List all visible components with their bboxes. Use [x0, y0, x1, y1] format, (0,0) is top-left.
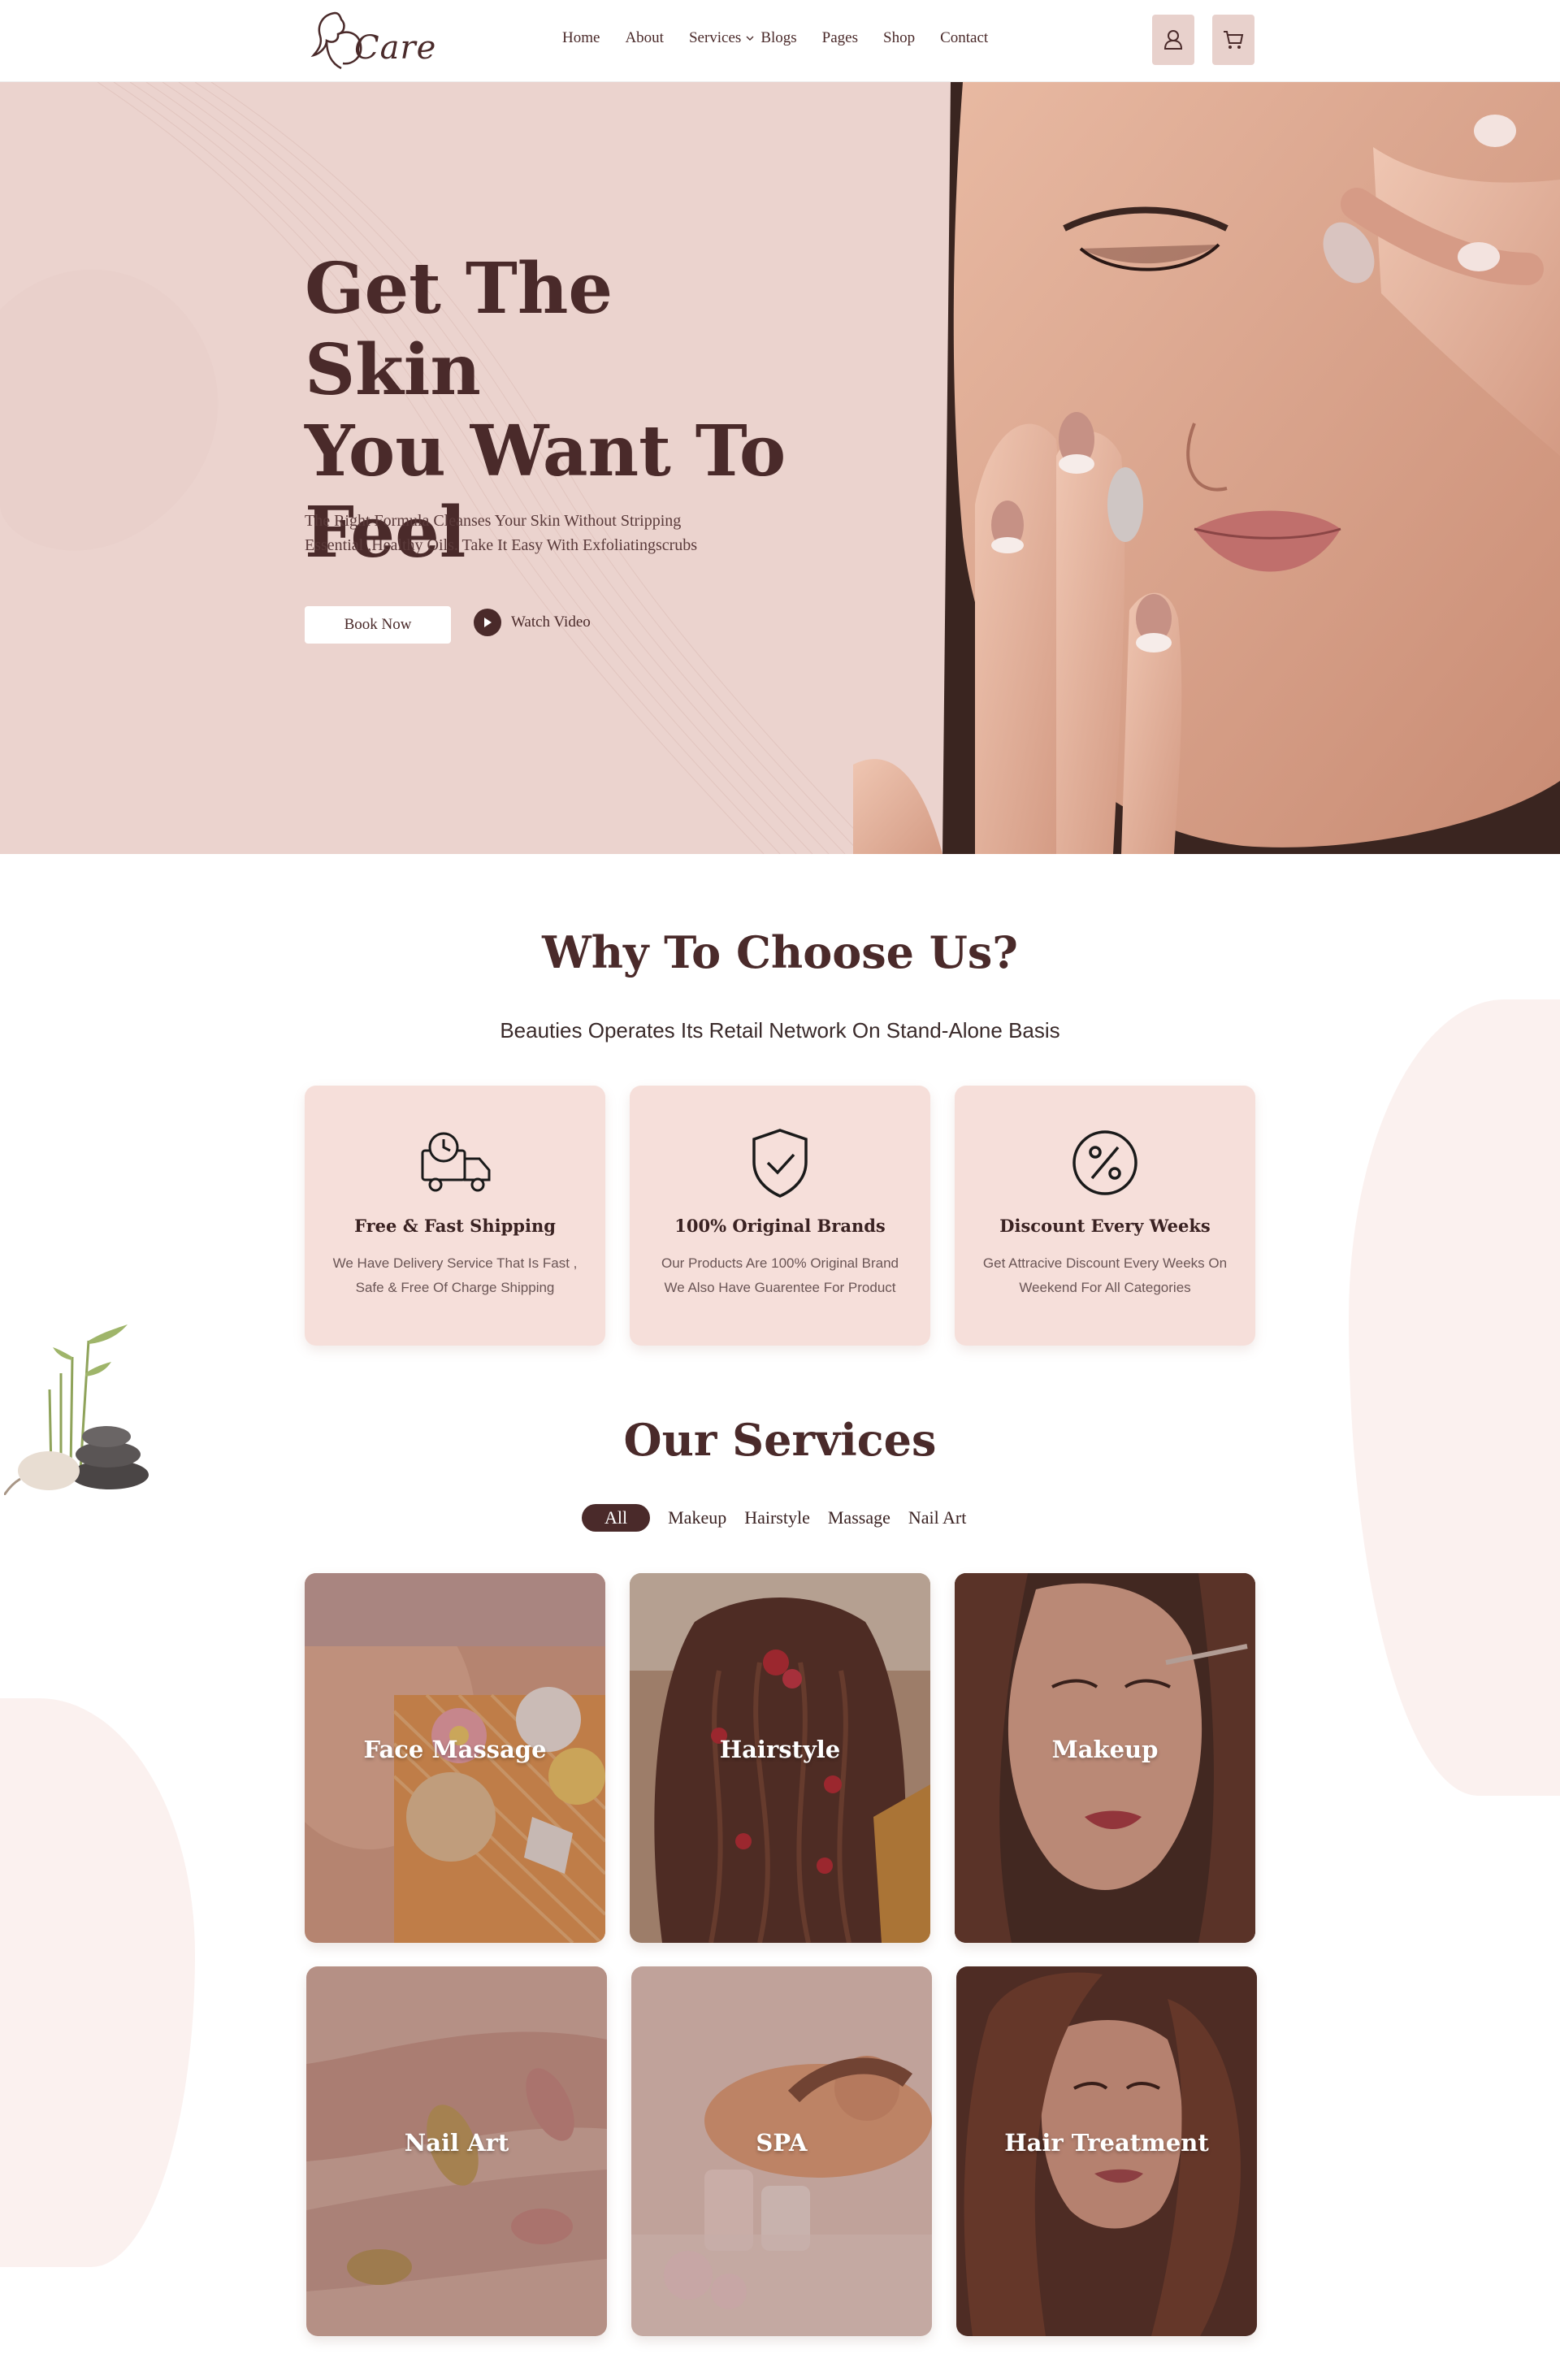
nav-contact[interactable]: Contact	[940, 29, 988, 47]
site-header: Care Home About Services Blogs Pages Sho…	[0, 0, 1560, 82]
main-nav: Home About Services Blogs Pages Shop Con…	[562, 29, 1013, 47]
service-card-label: SPA	[756, 2129, 808, 2157]
chevron-down-icon	[746, 36, 754, 41]
watch-video-button[interactable]: Watch Video	[474, 609, 591, 636]
feature-text: Get Attracive Discount Every Weeks On We…	[982, 1255, 1228, 1295]
book-now-button[interactable]: Book Now	[305, 606, 451, 644]
feature-card-original-brands: 100% Original Brands Our Products Are 10…	[630, 1086, 930, 1346]
shield-check-icon	[752, 1129, 808, 1198]
service-card-makeup[interactable]: Makeup	[955, 1573, 1255, 1943]
service-card-label: Hairstyle	[719, 1736, 841, 1763]
logo-text[interactable]: Care	[354, 29, 436, 67]
service-card-label: Makeup	[1051, 1736, 1159, 1763]
spa-stones-decoration	[4, 1324, 149, 1495]
hero-section: Get The Skin You Want To Feel The Right …	[0, 82, 1560, 854]
nav-services[interactable]: Services	[689, 29, 754, 47]
service-card-nail-art[interactable]: Nail Art	[306, 1966, 607, 2336]
cart-button[interactable]	[1212, 15, 1254, 65]
filter-nail-art[interactable]: Nail Art	[908, 1507, 967, 1528]
service-card-face-massage[interactable]: Face Massage	[305, 1573, 605, 1943]
services-filter-bar: All Makeup Hairstyle Massage Nail Art	[582, 1504, 966, 1532]
user-icon	[1164, 30, 1183, 50]
nav-home[interactable]: Home	[562, 29, 600, 47]
service-card-label: Hair Treatment	[1004, 2129, 1209, 2157]
feature-card-shipping: Free & Fast Shipping We Have Delivery Se…	[305, 1086, 605, 1346]
filter-hairstyle[interactable]: Hairstyle	[744, 1507, 810, 1528]
filter-all[interactable]: All	[582, 1504, 651, 1532]
filter-massage[interactable]: Massage	[828, 1507, 890, 1528]
service-card-spa[interactable]: SPA	[631, 1966, 932, 2336]
nav-shop[interactable]: Shop	[883, 29, 915, 47]
why-section-title: Why To Choose Us?	[542, 926, 1018, 978]
hero-title-line2: You Want To	[305, 410, 786, 492]
nav-pages[interactable]: Pages	[822, 29, 858, 47]
cart-icon	[1224, 31, 1244, 49]
hero-model-image	[853, 82, 1560, 854]
filter-makeup[interactable]: Makeup	[668, 1507, 726, 1528]
feature-title: 100% Original Brands	[674, 1216, 886, 1236]
background-blob-left	[0, 1698, 195, 2267]
why-section-subtitle: Beauties Operates Its Retail Network On …	[500, 1018, 1060, 1043]
feature-title: Free & Fast Shipping	[354, 1216, 556, 1236]
service-card-hair-treatment[interactable]: Hair Treatment	[956, 1966, 1257, 2336]
hero-subtitle: The Right Formula Cleanses Your Skin Wit…	[305, 512, 698, 554]
percent-icon	[1072, 1130, 1138, 1195]
feature-title: Discount Every Weeks	[999, 1216, 1211, 1236]
service-card-label: Nail Art	[404, 2129, 509, 2157]
hero-title-line1: Get The Skin	[305, 248, 613, 411]
play-icon	[474, 609, 501, 636]
nav-services-label: Services	[688, 29, 742, 46]
feature-text: We Have Delivery Service That Is Fast , …	[332, 1255, 578, 1295]
feature-text: Our Products Are 100% Original Brand We …	[661, 1255, 899, 1295]
service-card-hairstyle[interactable]: Hairstyle	[630, 1573, 930, 1943]
services-section-title: Our Services	[623, 1414, 937, 1466]
background-blob-right	[1349, 999, 1560, 1796]
service-card-label: Face Massage	[363, 1736, 547, 1763]
feature-card-discount: Discount Every Weeks Get Attracive Disco…	[955, 1086, 1255, 1346]
nav-about[interactable]: About	[625, 29, 664, 47]
account-button[interactable]	[1152, 15, 1194, 65]
nav-blogs[interactable]: Blogs	[760, 29, 796, 47]
delivery-truck-icon	[421, 1132, 491, 1192]
watch-video-label: Watch Video	[511, 613, 591, 631]
